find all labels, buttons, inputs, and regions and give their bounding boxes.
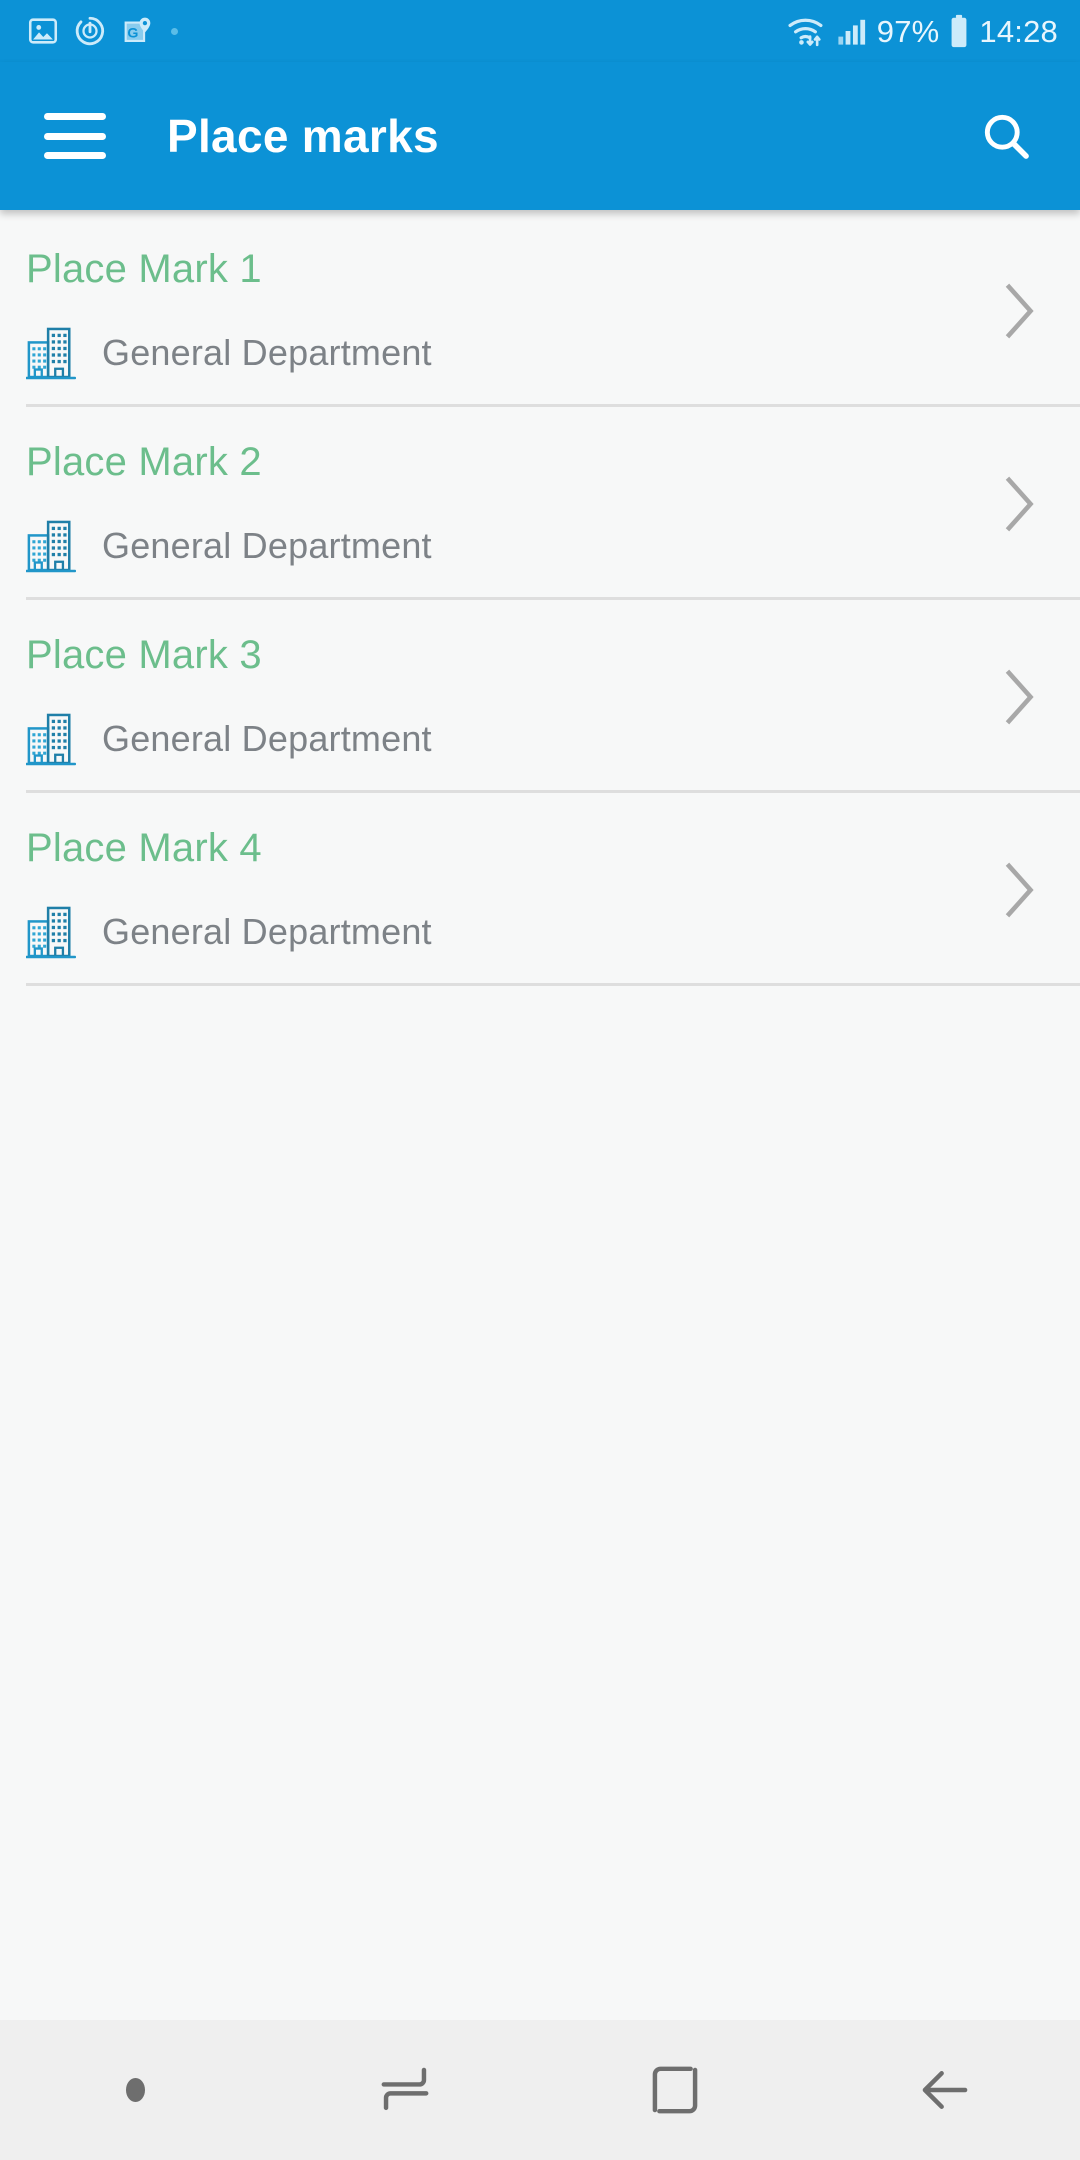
building-icon bbox=[25, 324, 77, 382]
wifi-icon bbox=[787, 14, 827, 48]
battery-percent-label: 97% bbox=[876, 13, 940, 49]
chevron-right-icon[interactable] bbox=[1002, 860, 1036, 920]
status-bar-system: 97% 14:28 bbox=[787, 14, 1058, 48]
search-icon[interactable] bbox=[968, 98, 1044, 174]
chevron-right-icon[interactable] bbox=[1002, 281, 1036, 341]
list-item-title: Place Mark 3 bbox=[26, 633, 262, 677]
system-navigation-bar bbox=[0, 2020, 1080, 2160]
clock-label: 14:28 bbox=[979, 13, 1058, 49]
list-item-subtitle: General Department bbox=[102, 525, 432, 566]
image-icon bbox=[26, 14, 60, 48]
list-item-subtitle-row: General Department bbox=[25, 517, 1080, 575]
building-icon bbox=[25, 903, 77, 961]
timer-icon bbox=[73, 14, 107, 48]
list-item-content: Place Mark 2 General Department bbox=[25, 407, 1080, 597]
list-divider bbox=[26, 983, 1080, 986]
notification-overflow-dot bbox=[171, 27, 178, 35]
list-item-subtitle: General Department bbox=[102, 718, 432, 759]
svg-text:G: G bbox=[127, 25, 138, 41]
chevron-right-icon[interactable] bbox=[1002, 474, 1036, 534]
list-item-content: Place Mark 4 General Department bbox=[25, 793, 1080, 983]
back-arrow-icon bbox=[922, 2071, 968, 2109]
list-item-content: Place Mark 1 General Department bbox=[25, 214, 1080, 404]
list-item[interactable]: Place Mark 3 General Department bbox=[0, 600, 1080, 793]
recents-icon bbox=[381, 2067, 429, 2111]
building-icon bbox=[25, 517, 77, 575]
hamburger-menu-icon[interactable] bbox=[44, 113, 106, 159]
list-item-title: Place Mark 1 bbox=[26, 247, 262, 291]
list-item-subtitle-row: General Department bbox=[25, 324, 1080, 382]
status-bar: G 97% 14:28 bbox=[0, 0, 1080, 62]
list-item-title: Place Mark 4 bbox=[26, 826, 262, 870]
battery-icon bbox=[948, 14, 970, 48]
list-item-subtitle-row: General Department bbox=[25, 903, 1080, 961]
home-button[interactable] bbox=[540, 2061, 810, 2119]
status-bar-notifications: G bbox=[26, 14, 178, 48]
list-item-content: Place Mark 3 General Department bbox=[25, 600, 1080, 790]
place-marks-list: Place Mark 1 General Department Place Ma… bbox=[0, 210, 1080, 2020]
back-button[interactable] bbox=[810, 2061, 1080, 2119]
nav-dot-indicator[interactable] bbox=[0, 2078, 270, 2102]
app-bar: Place marks bbox=[0, 62, 1080, 210]
recents-button[interactable] bbox=[270, 2061, 540, 2119]
google-maps-icon: G bbox=[120, 14, 154, 48]
list-item[interactable]: Place Mark 2 General Department bbox=[0, 407, 1080, 600]
list-item[interactable]: Place Mark 1 General Department bbox=[0, 214, 1080, 407]
building-icon bbox=[25, 710, 77, 768]
list-item-subtitle-row: General Department bbox=[25, 710, 1080, 768]
signal-bars-icon bbox=[836, 15, 868, 47]
chevron-right-icon[interactable] bbox=[1002, 667, 1036, 727]
list-item-subtitle: General Department bbox=[102, 911, 432, 952]
page-title: Place marks bbox=[167, 110, 439, 162]
list-item-subtitle: General Department bbox=[102, 332, 432, 373]
home-icon bbox=[652, 2066, 698, 2114]
list-item-title: Place Mark 2 bbox=[26, 440, 262, 484]
keyboard-indicator-dot-icon bbox=[125, 2078, 145, 2102]
list-item[interactable]: Place Mark 4 General Department bbox=[0, 793, 1080, 986]
phone-screen: G 97% 14:28 Place marks Place Mark 1 Gen… bbox=[0, 0, 1080, 2160]
